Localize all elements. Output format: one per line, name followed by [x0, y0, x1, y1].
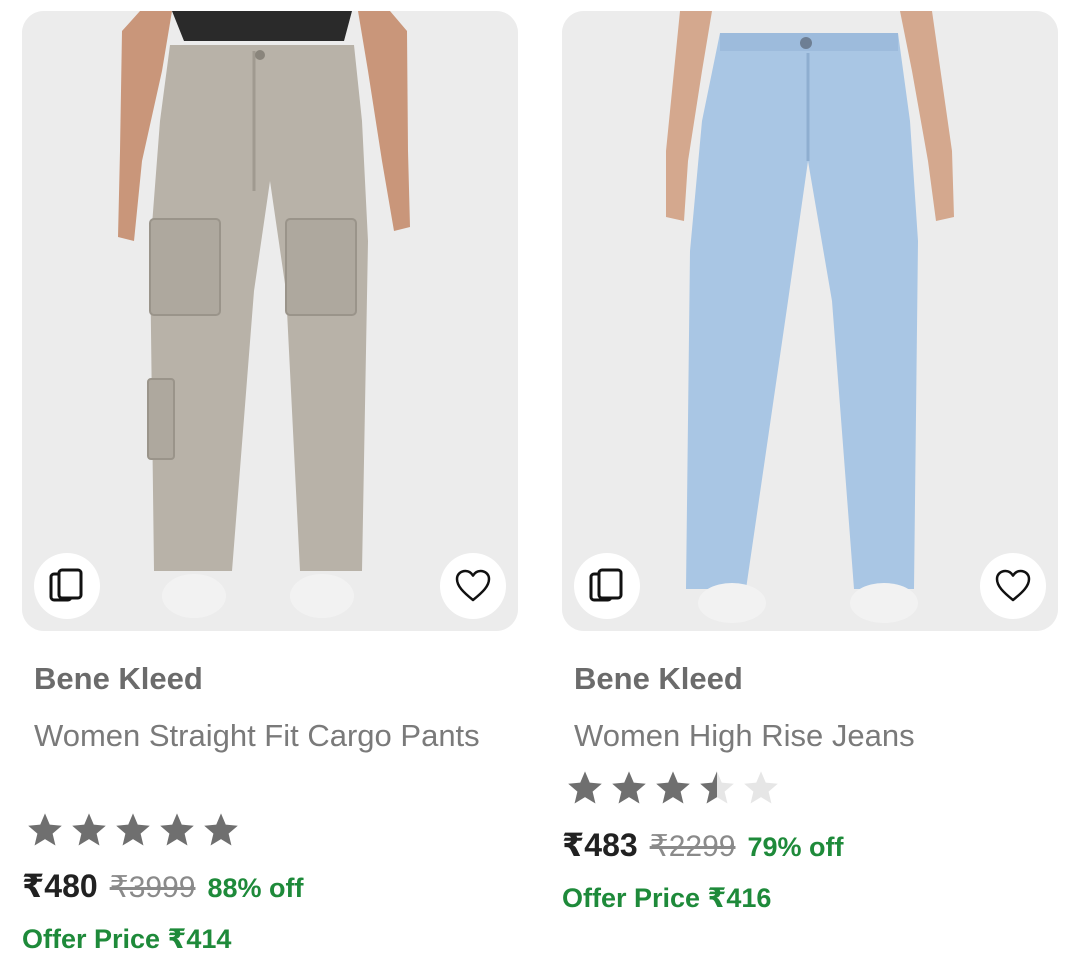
selling-price: ₹480: [22, 868, 98, 904]
heart-outline-icon: [455, 569, 491, 602]
star-filled-icon: [28, 813, 62, 846]
wishlist-button[interactable]: [440, 553, 506, 619]
star-filled-icon: [116, 813, 150, 846]
product-card[interactable]: Bene Kleed Women Straight Fit Cargo Pant…: [22, 11, 518, 954]
original-price: ₹3999: [109, 871, 196, 904]
brand-name: Bene Kleed: [34, 661, 203, 696]
rating-stars: [566, 769, 780, 807]
original-price: ₹2299: [649, 830, 736, 863]
cargo-pants-image: [22, 11, 518, 631]
high-rise-jeans-image: [562, 11, 1058, 631]
discount-percent: 88% off: [207, 873, 304, 903]
product-title[interactable]: Women Straight Fit Cargo Pants: [34, 715, 504, 756]
compare-cards-icon: [589, 568, 623, 602]
star-filled-icon: [568, 771, 602, 804]
compare-button[interactable]: [574, 553, 640, 619]
product-title[interactable]: Women High Rise Jeans: [574, 715, 1044, 756]
star-empty-icon: [744, 771, 778, 804]
star-filled-icon: [612, 771, 646, 804]
star-filled-icon: [656, 771, 690, 804]
offer-price: Offer Price ₹414: [22, 924, 232, 954]
offer-price: Offer Price ₹416: [562, 883, 772, 913]
star-filled-icon: [72, 813, 106, 846]
brand-name: Bene Kleed: [574, 661, 743, 696]
selling-price: ₹483: [562, 827, 638, 863]
compare-button[interactable]: [34, 553, 100, 619]
star-filled-icon: [204, 813, 238, 846]
price-row: ₹483 ₹2299 79% off: [562, 826, 844, 864]
price-row: ₹480 ₹3999 88% off: [22, 867, 304, 905]
rating-stars: [26, 811, 240, 849]
product-card[interactable]: Bene Kleed Women High Rise Jeans ₹483 ₹2…: [562, 11, 1058, 913]
product-image[interactable]: [562, 11, 1058, 631]
compare-cards-icon: [49, 568, 83, 602]
star-filled-icon: [160, 813, 194, 846]
discount-percent: 79% off: [747, 832, 844, 862]
star-half-icon: [700, 771, 734, 804]
wishlist-button[interactable]: [980, 553, 1046, 619]
product-image[interactable]: [22, 11, 518, 631]
heart-outline-icon: [995, 569, 1031, 602]
